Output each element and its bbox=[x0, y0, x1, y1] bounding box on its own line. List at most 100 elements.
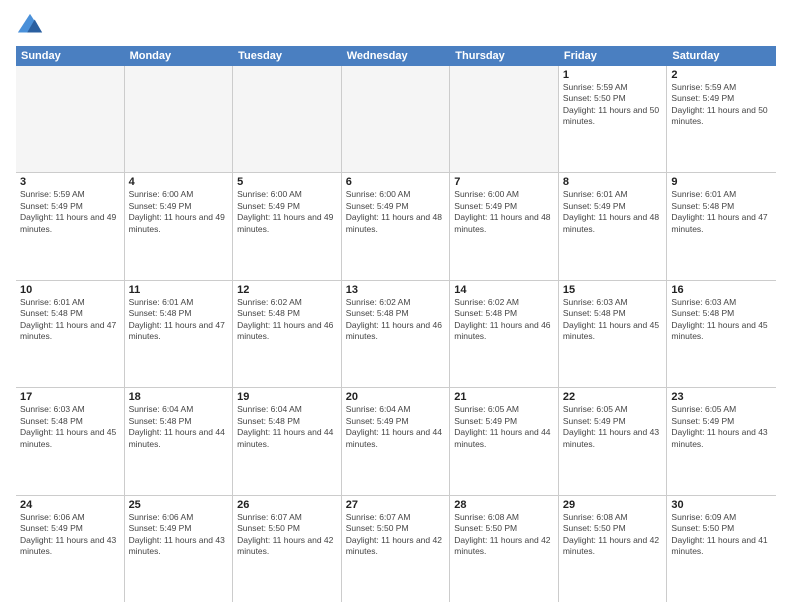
day-info-line: Sunset: 5:49 PM bbox=[129, 523, 229, 534]
day-info-line: Sunset: 5:50 PM bbox=[346, 523, 446, 534]
day-info-line: Sunrise: 6:06 AM bbox=[20, 512, 120, 523]
day-info-line: Sunrise: 5:59 AM bbox=[671, 82, 772, 93]
day-info-line: Sunrise: 6:02 AM bbox=[346, 297, 446, 308]
calendar-week-1: 3Sunrise: 5:59 AMSunset: 5:49 PMDaylight… bbox=[16, 173, 776, 280]
day-info-line: Sunset: 5:50 PM bbox=[671, 523, 772, 534]
day-info-line: Sunset: 5:49 PM bbox=[671, 416, 772, 427]
day-info-line: Daylight: 11 hours and 43 minutes. bbox=[20, 535, 120, 558]
day-number: 21 bbox=[454, 391, 554, 403]
day-number: 28 bbox=[454, 499, 554, 511]
day-info-line: Daylight: 11 hours and 48 minutes. bbox=[563, 212, 663, 235]
day-info-line: Daylight: 11 hours and 45 minutes. bbox=[20, 427, 120, 450]
day-cell-6: 6Sunrise: 6:00 AMSunset: 5:49 PMDaylight… bbox=[342, 173, 451, 279]
day-info-line: Sunrise: 6:05 AM bbox=[563, 404, 663, 415]
day-info-line: Daylight: 11 hours and 41 minutes. bbox=[671, 535, 772, 558]
day-info-line: Sunrise: 6:01 AM bbox=[671, 189, 772, 200]
day-number: 26 bbox=[237, 499, 337, 511]
day-info-line: Sunset: 5:48 PM bbox=[237, 416, 337, 427]
day-info-line: Sunrise: 6:03 AM bbox=[671, 297, 772, 308]
day-info-line: Daylight: 11 hours and 47 minutes. bbox=[671, 212, 772, 235]
day-number: 9 bbox=[671, 176, 772, 188]
day-info-line: Sunset: 5:48 PM bbox=[671, 201, 772, 212]
day-cell-28: 28Sunrise: 6:08 AMSunset: 5:50 PMDayligh… bbox=[450, 496, 559, 602]
day-cell-26: 26Sunrise: 6:07 AMSunset: 5:50 PMDayligh… bbox=[233, 496, 342, 602]
day-info-line: Sunrise: 5:59 AM bbox=[563, 82, 663, 93]
day-number: 19 bbox=[237, 391, 337, 403]
day-info-line: Sunrise: 6:05 AM bbox=[454, 404, 554, 415]
day-info-line: Sunset: 5:50 PM bbox=[454, 523, 554, 534]
day-info-line: Sunset: 5:49 PM bbox=[346, 416, 446, 427]
day-number: 8 bbox=[563, 176, 663, 188]
day-info-line: Sunset: 5:49 PM bbox=[454, 416, 554, 427]
day-number: 12 bbox=[237, 284, 337, 296]
day-info-line: Sunrise: 5:59 AM bbox=[20, 189, 120, 200]
day-info-line: Sunrise: 6:07 AM bbox=[237, 512, 337, 523]
day-cell-1: 1Sunrise: 5:59 AMSunset: 5:50 PMDaylight… bbox=[559, 66, 668, 172]
day-info-line: Sunset: 5:48 PM bbox=[671, 308, 772, 319]
calendar-week-4: 24Sunrise: 6:06 AMSunset: 5:49 PMDayligh… bbox=[16, 496, 776, 602]
day-info-line: Sunrise: 6:01 AM bbox=[563, 189, 663, 200]
day-info-line: Daylight: 11 hours and 44 minutes. bbox=[129, 427, 229, 450]
header-day-saturday: Saturday bbox=[667, 46, 776, 66]
day-info-line: Sunset: 5:49 PM bbox=[563, 416, 663, 427]
day-info-line: Sunrise: 6:09 AM bbox=[671, 512, 772, 523]
day-info-line: Sunrise: 6:08 AM bbox=[563, 512, 663, 523]
day-info-line: Daylight: 11 hours and 47 minutes. bbox=[20, 320, 120, 343]
day-info-line: Daylight: 11 hours and 45 minutes. bbox=[671, 320, 772, 343]
day-number: 16 bbox=[671, 284, 772, 296]
day-info-line: Sunset: 5:48 PM bbox=[129, 416, 229, 427]
day-cell-29: 29Sunrise: 6:08 AMSunset: 5:50 PMDayligh… bbox=[559, 496, 668, 602]
day-info-line: Sunrise: 6:04 AM bbox=[346, 404, 446, 415]
day-info-line: Daylight: 11 hours and 42 minutes. bbox=[237, 535, 337, 558]
day-info-line: Sunrise: 6:04 AM bbox=[129, 404, 229, 415]
day-info-line: Sunrise: 6:01 AM bbox=[129, 297, 229, 308]
day-number: 30 bbox=[671, 499, 772, 511]
day-cell-20: 20Sunrise: 6:04 AMSunset: 5:49 PMDayligh… bbox=[342, 388, 451, 494]
day-info-line: Sunset: 5:48 PM bbox=[346, 308, 446, 319]
day-number: 25 bbox=[129, 499, 229, 511]
day-cell-7: 7Sunrise: 6:00 AMSunset: 5:49 PMDaylight… bbox=[450, 173, 559, 279]
day-info-line: Sunset: 5:49 PM bbox=[671, 93, 772, 104]
header-day-sunday: Sunday bbox=[16, 46, 125, 66]
day-info-line: Sunrise: 6:01 AM bbox=[20, 297, 120, 308]
day-number: 13 bbox=[346, 284, 446, 296]
day-cell-8: 8Sunrise: 6:01 AMSunset: 5:49 PMDaylight… bbox=[559, 173, 668, 279]
day-number: 1 bbox=[563, 69, 663, 81]
day-info-line: Daylight: 11 hours and 48 minutes. bbox=[454, 212, 554, 235]
day-info-line: Daylight: 11 hours and 49 minutes. bbox=[129, 212, 229, 235]
day-cell-15: 15Sunrise: 6:03 AMSunset: 5:48 PMDayligh… bbox=[559, 281, 668, 387]
header bbox=[16, 12, 776, 40]
day-cell-5: 5Sunrise: 6:00 AMSunset: 5:49 PMDaylight… bbox=[233, 173, 342, 279]
day-info-line: Sunset: 5:50 PM bbox=[237, 523, 337, 534]
day-cell-22: 22Sunrise: 6:05 AMSunset: 5:49 PMDayligh… bbox=[559, 388, 668, 494]
day-info-line: Daylight: 11 hours and 46 minutes. bbox=[237, 320, 337, 343]
day-info-line: Daylight: 11 hours and 44 minutes. bbox=[454, 427, 554, 450]
day-info-line: Daylight: 11 hours and 49 minutes. bbox=[20, 212, 120, 235]
day-cell-18: 18Sunrise: 6:04 AMSunset: 5:48 PMDayligh… bbox=[125, 388, 234, 494]
day-info-line: Sunset: 5:48 PM bbox=[20, 416, 120, 427]
day-info-line: Daylight: 11 hours and 46 minutes. bbox=[346, 320, 446, 343]
day-info-line: Daylight: 11 hours and 49 minutes. bbox=[237, 212, 337, 235]
day-info-line: Sunset: 5:49 PM bbox=[20, 201, 120, 212]
day-cell-23: 23Sunrise: 6:05 AMSunset: 5:49 PMDayligh… bbox=[667, 388, 776, 494]
day-number: 14 bbox=[454, 284, 554, 296]
day-cell-25: 25Sunrise: 6:06 AMSunset: 5:49 PMDayligh… bbox=[125, 496, 234, 602]
calendar-week-2: 10Sunrise: 6:01 AMSunset: 5:48 PMDayligh… bbox=[16, 281, 776, 388]
header-day-monday: Monday bbox=[125, 46, 234, 66]
header-day-friday: Friday bbox=[559, 46, 668, 66]
day-number: 2 bbox=[671, 69, 772, 81]
day-number: 11 bbox=[129, 284, 229, 296]
day-cell-10: 10Sunrise: 6:01 AMSunset: 5:48 PMDayligh… bbox=[16, 281, 125, 387]
day-info-line: Sunset: 5:48 PM bbox=[20, 308, 120, 319]
calendar: SundayMondayTuesdayWednesdayThursdayFrid… bbox=[16, 46, 776, 602]
day-cell-2: 2Sunrise: 5:59 AMSunset: 5:49 PMDaylight… bbox=[667, 66, 776, 172]
empty-cell bbox=[450, 66, 559, 172]
day-info-line: Sunset: 5:49 PM bbox=[129, 201, 229, 212]
day-info-line: Daylight: 11 hours and 44 minutes. bbox=[346, 427, 446, 450]
day-cell-11: 11Sunrise: 6:01 AMSunset: 5:48 PMDayligh… bbox=[125, 281, 234, 387]
day-info-line: Sunrise: 6:06 AM bbox=[129, 512, 229, 523]
day-cell-4: 4Sunrise: 6:00 AMSunset: 5:49 PMDaylight… bbox=[125, 173, 234, 279]
day-info-line: Daylight: 11 hours and 42 minutes. bbox=[346, 535, 446, 558]
day-info-line: Sunset: 5:49 PM bbox=[454, 201, 554, 212]
day-number: 6 bbox=[346, 176, 446, 188]
